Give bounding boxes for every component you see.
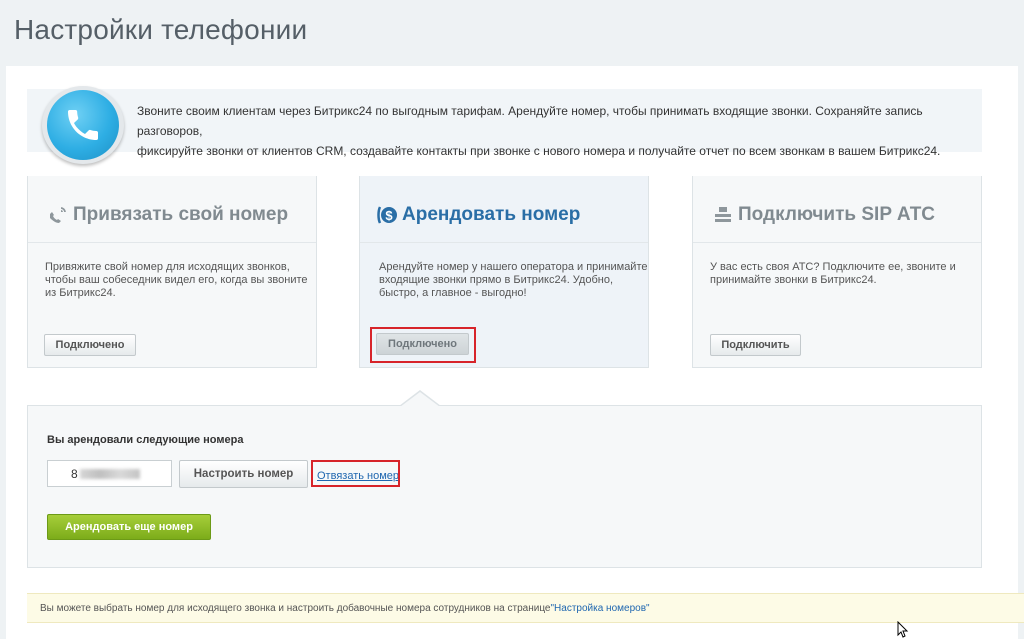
card-own-number-desc: Привяжите свой номер для исходящих звонк… xyxy=(45,261,308,299)
rented-numbers-title: Вы арендовали следующие номера xyxy=(47,434,244,446)
rented-number-field[interactable]: 8 xyxy=(47,460,172,487)
card-sip-pbx-title: Подключить SIP АТС xyxy=(738,204,936,225)
numbers-settings-link[interactable]: "Настройка номеров" xyxy=(551,603,650,614)
notice-bar: Вы можете выбрать номер для исходящего з… xyxy=(27,593,1024,623)
dollar-phone-icon: $ xyxy=(376,204,398,226)
blurred-number xyxy=(79,468,140,479)
intro-text: Звоните своим клиентам через Битрикс24 п… xyxy=(137,101,977,161)
pbx-icon xyxy=(713,206,733,224)
card-sip-pbx-desc: У вас есть своя АТС? Подключите ее, звон… xyxy=(710,261,956,286)
page-title: Настройки телефонии xyxy=(14,14,308,45)
mouse-cursor-icon xyxy=(897,620,909,639)
card-own-number-title: Привязать свой номер xyxy=(73,204,289,225)
number-prefix: 8 xyxy=(71,466,78,481)
intro-line-1: Звоните своим клиентам через Битрикс24 п… xyxy=(137,104,923,138)
phone-icon xyxy=(47,90,119,160)
card-sip-pbx: Подключить SIP АТС У вас есть своя АТС? … xyxy=(692,176,982,368)
intro-line-2: фиксируйте звонки от клиентов CRM, созда… xyxy=(137,144,941,158)
own-number-connected-button[interactable]: Подключено xyxy=(44,334,136,356)
phone-logo xyxy=(42,86,124,164)
svg-text:$: $ xyxy=(385,208,393,223)
highlight-frame xyxy=(370,327,476,363)
configure-number-button[interactable]: Настроить номер xyxy=(179,460,308,488)
card-own-number: Привязать свой номер Привяжите свой номе… xyxy=(27,176,317,368)
rent-more-button[interactable]: Арендовать еще номер xyxy=(47,514,211,540)
notice-text: Вы можете выбрать номер для исходящего з… xyxy=(40,602,551,614)
link-phone-icon xyxy=(47,205,69,225)
card-rent-number-desc: Арендуйте номер у нашего оператора и при… xyxy=(379,261,648,299)
highlight-frame-unlink xyxy=(311,460,400,487)
sip-connect-button[interactable]: Подключить xyxy=(710,334,801,356)
card-rent-number-title: Арендовать номер xyxy=(402,204,581,225)
